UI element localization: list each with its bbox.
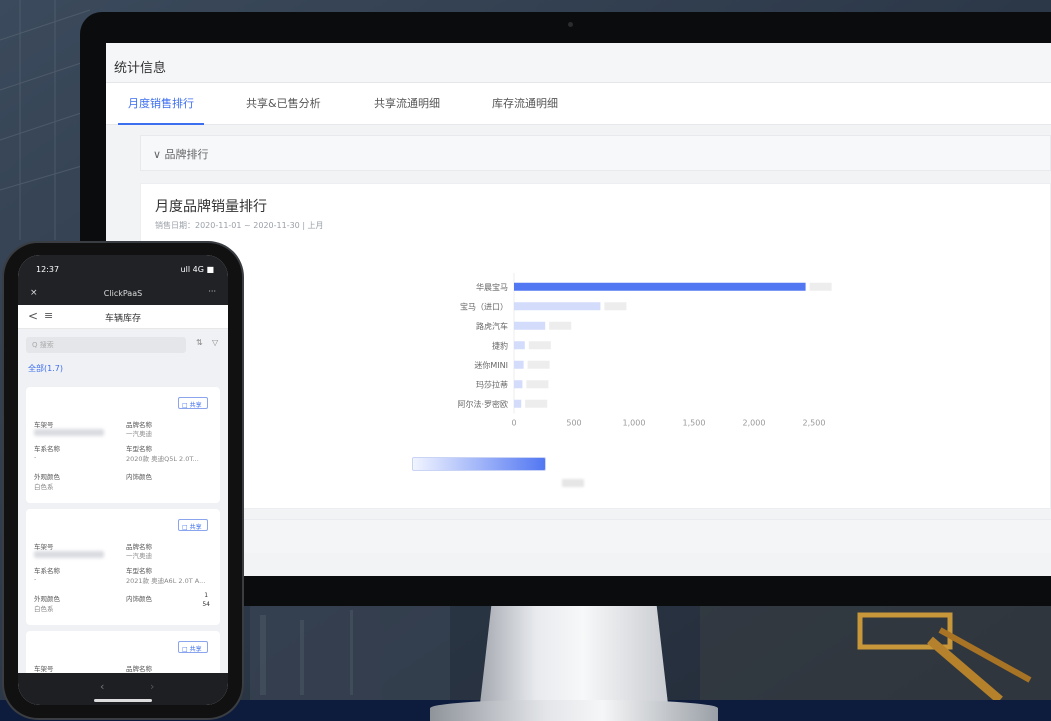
category-label: 路虎汽车 (476, 321, 508, 331)
browser-nav-bar: ‹ › (18, 673, 228, 705)
series-value: - (34, 575, 37, 583)
x-tick-label: 500 (566, 419, 581, 428)
brand-label: 品牌名称 (126, 665, 152, 673)
signal-battery-icon: ull 4G ■ (180, 265, 214, 274)
vin-label: 车架号 (34, 421, 54, 429)
category-label: 玛莎拉蒂 (476, 379, 508, 389)
exterior-color-label: 外观颜色 (34, 473, 60, 481)
x-tick-label: 1,500 (683, 419, 706, 428)
exterior-color-value: 白色系 (34, 483, 54, 491)
x-tick-label: 2,500 (803, 419, 826, 428)
quantity-unit: 54 (202, 601, 210, 608)
status-bar: 12:37 ull 4G ■ (18, 255, 228, 283)
series-value: - (34, 453, 37, 461)
app-bar: × ClickPaaS ··· (18, 283, 228, 305)
vin-value-redacted (34, 551, 104, 558)
interior-color-label: 内饰颜色 (126, 595, 152, 603)
nav-back-icon[interactable]: ‹ (100, 680, 104, 693)
status-time: 12:37 (36, 265, 60, 274)
share-badge[interactable]: □ 共享 (178, 397, 208, 409)
interior-color-label: 内饰颜色 (126, 473, 152, 481)
vin-value-redacted (34, 429, 104, 436)
bar (514, 282, 806, 291)
category-label: 华晨宝马 (476, 282, 508, 292)
vin-label: 车架号 (34, 543, 54, 551)
x-tick-label: 2,000 (743, 419, 766, 428)
exterior-color-value: 白色系 (34, 605, 54, 613)
exterior-color-label: 外观颜色 (34, 595, 60, 603)
category-label: 宝马（进口） (460, 301, 508, 311)
series-label: 车系名称 (34, 567, 60, 575)
brand-sales-chart: 华晨宝马宝马（进口） 路虎汽车捷豹迷你MINI 玛莎拉蒂阿尔法·罗密欧 0 500 1,0… (457, 273, 832, 428)
monitor-stand (480, 606, 668, 704)
sort-icon[interactable]: ⇅ (196, 338, 203, 347)
brand-value: 一汽奥迪 (126, 552, 152, 560)
category-label: 迷你MINI (474, 360, 508, 370)
tab-all[interactable]: 全部(1.7) (28, 363, 63, 374)
bar (514, 341, 525, 350)
bar-value-label-redacted (809, 282, 832, 291)
model-value: 2021款 奥迪A6L 2.0T A... (126, 577, 206, 585)
quantity-badge: 1 54 (202, 591, 210, 609)
x-tick-label: 0 (511, 419, 516, 428)
bar (514, 302, 601, 311)
category-label: 阿尔法·罗密欧 (457, 399, 508, 409)
series-label: 车系名称 (34, 445, 60, 453)
quantity-value: 1 (204, 592, 209, 599)
bar (514, 399, 522, 408)
page-header: < ≡ 车辆库存 (18, 305, 228, 329)
category-label: 捷豹 (492, 340, 508, 350)
blurred-label (562, 479, 584, 487)
camera (568, 22, 573, 27)
monitor-stand-base (430, 700, 718, 721)
bar (514, 380, 523, 389)
app-name: ClickPaaS (103, 289, 143, 298)
filter-icon[interactable]: ▽ (212, 338, 218, 347)
model-label: 车型名称 (126, 567, 152, 575)
card-footer (140, 519, 1051, 553)
bar-value-label-redacted (527, 360, 550, 369)
bar (514, 321, 546, 330)
nav-forward-icon[interactable]: › (150, 680, 154, 693)
bar (514, 360, 524, 369)
brand-value: 一汽奥迪 (126, 430, 152, 438)
desktop-screen: 统计信息 月度销售排行 共享&已售分析 共享流通明细 库存流通明细 ∨ 品牌排行… (106, 43, 1051, 576)
vin-label: 车架号 (34, 665, 54, 673)
home-indicator[interactable] (94, 699, 152, 702)
model-label: 车型名称 (126, 445, 152, 453)
bar-value-label-redacted (525, 399, 548, 408)
vehicle-card[interactable]: □ 共享 车架号 品牌名称 一汽奥迪 车系名称 - 车型名称 2021款 奥迪A… (26, 509, 220, 625)
phone: 12:37 ull 4G ■ × ClickPaaS ··· < ≡ 车辆库存 … (4, 243, 242, 718)
bar-value-label-redacted (549, 321, 572, 330)
more-icon[interactable]: ··· (208, 287, 216, 296)
share-badge[interactable]: □ 共享 (178, 519, 208, 531)
bar-value-label-redacted (604, 302, 627, 311)
vehicle-card[interactable]: □ 共享 车架号 品牌名称 一汽奥迪 车系名称 - 车型名称 2020款 奥迪Q… (26, 387, 220, 503)
model-value: 2020款 奥迪Q5L 2.0T... (126, 455, 199, 463)
bar-value-label-redacted (528, 341, 551, 350)
search-input[interactable]: Q 搜索 (26, 337, 186, 353)
phone-screen: 12:37 ull 4G ■ × ClickPaaS ··· < ≡ 车辆库存 … (18, 255, 228, 705)
chart-zoom-slider[interactable] (412, 457, 546, 471)
x-tick-label: 1,000 (623, 419, 646, 428)
search-row: Q 搜索 ⇅ ▽ (18, 331, 228, 357)
phone-page-title: 车辆库存 (104, 314, 141, 324)
share-badge[interactable]: □ 共享 (178, 641, 208, 653)
bar-value-label-redacted (526, 380, 549, 389)
